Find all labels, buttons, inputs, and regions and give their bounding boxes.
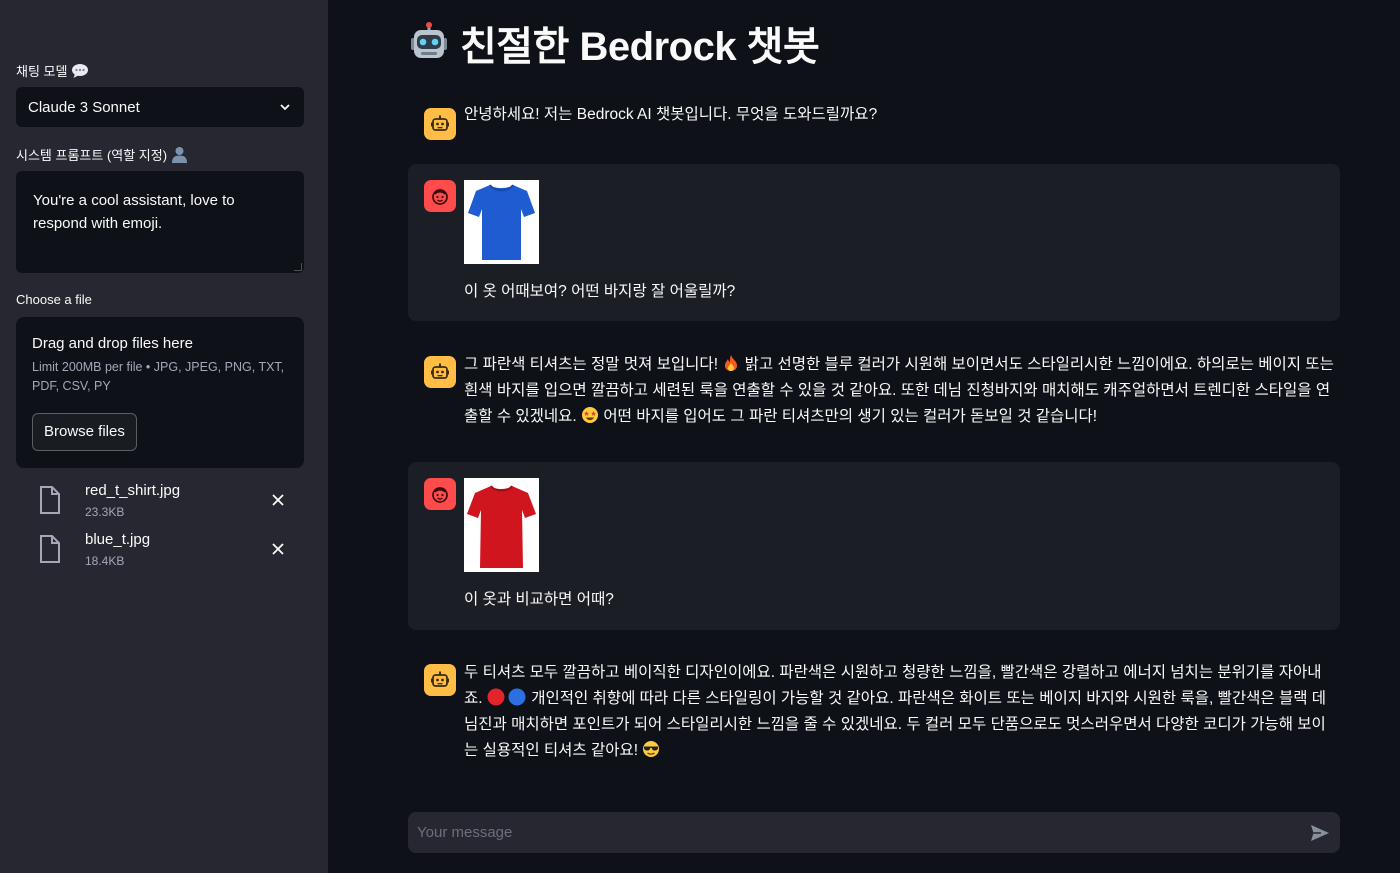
bot-avatar xyxy=(424,108,456,140)
uploaded-file-item: blue_t.jpg 18.4KB xyxy=(36,531,304,575)
bot-avatar-icon xyxy=(431,671,449,687)
message-text: 그 파란색 티셔츠는 정말 멋져 보입니다! 밝고 선명한 블루 컬러가 시원해… xyxy=(464,352,1336,430)
page-title: 친절한 Bedrock 챗봇 xyxy=(460,25,820,69)
robot-face-icon xyxy=(411,22,447,58)
red-t-shirt-image xyxy=(464,478,539,572)
chat-message-assistant: 두 티셔츠 모두 깔끔하고 베이직한 디자인이에요. 파란색은 시원하고 청량한… xyxy=(408,648,1340,778)
file-name: red_t_shirt.jpg xyxy=(85,482,181,499)
user-face-icon xyxy=(432,487,448,503)
file-size: 18.4KB xyxy=(85,554,125,568)
bot-avatar-icon xyxy=(431,363,449,379)
star-struck-face-icon xyxy=(582,407,599,423)
sunglasses-face-icon xyxy=(643,741,660,757)
user-face-icon xyxy=(432,189,448,205)
fire-icon xyxy=(725,355,738,371)
system-prompt-text: You're a cool assistant, love to respond… xyxy=(33,192,235,232)
file-dropzone[interactable]: Drag and drop files here Limit 200MB per… xyxy=(16,317,304,468)
chat-input-bar xyxy=(408,812,1340,853)
chat-message-input[interactable] xyxy=(408,812,1288,853)
close-icon[interactable] xyxy=(270,541,286,557)
model-label-row: 채팅 모델 xyxy=(16,61,89,80)
model-select-value: Claude 3 Sonnet xyxy=(28,98,140,116)
browse-files-button[interactable]: Browse files xyxy=(32,413,137,451)
chat-message-assistant: 그 파란색 티셔츠는 정말 멋져 보입니다! 밝고 선명한 블루 컬러가 시원해… xyxy=(408,340,1340,440)
file-label: Choose a file xyxy=(16,292,92,307)
message-text: 이 옷 어때보여? 어떤 바지랑 잘 어울릴까? xyxy=(464,283,736,300)
system-prompt-textarea[interactable]: You're a cool assistant, love to respond… xyxy=(16,171,304,273)
chat-message-user: 이 옷 어때보여? 어떤 바지랑 잘 어울릴까? xyxy=(408,164,1340,321)
user-avatar xyxy=(424,478,456,510)
dropzone-limit: Limit 200MB per file • JPG, JPEG, PNG, T… xyxy=(32,360,285,393)
message-text-part: 어떤 바지를 입어도 그 파란 티셔츠만의 생기 있는 컬러가 돋보일 것 같습… xyxy=(603,408,1098,425)
model-select[interactable]: Claude 3 Sonnet xyxy=(16,87,304,127)
bot-avatar xyxy=(424,664,456,696)
chat-message-assistant: 안녕하세요! 저는 Bedrock AI 챗봇입니다. 무엇을 도와드릴까요? xyxy=(408,92,1340,148)
speech-bubble-icon xyxy=(72,63,89,78)
uploaded-file-item: red_t_shirt.jpg 23.3KB xyxy=(36,482,304,526)
resize-handle[interactable] xyxy=(294,263,302,271)
user-avatar xyxy=(424,180,456,212)
model-label: 채팅 모델 xyxy=(16,64,68,79)
chat-message-user: 이 옷과 비교하면 어때? xyxy=(408,462,1340,630)
dropzone-title: Drag and drop files here xyxy=(32,335,193,352)
close-icon[interactable] xyxy=(270,492,286,508)
page-title-row: 친절한 Bedrock 챗봇 xyxy=(408,14,820,72)
bot-avatar xyxy=(424,356,456,388)
person-silhouette-icon xyxy=(172,147,188,163)
file-size: 23.3KB xyxy=(85,505,125,519)
system-label-row: 시스템 프롬프트 (역할 지정) xyxy=(16,145,188,164)
file-icon xyxy=(40,486,60,514)
system-label: 시스템 프롬프트 (역할 지정) xyxy=(16,148,168,163)
chevron-down-icon xyxy=(280,104,290,111)
red-blue-circles-icon xyxy=(487,688,526,706)
file-name: blue_t.jpg xyxy=(85,531,151,548)
file-icon xyxy=(40,535,60,563)
message-text-part: 개인적인 취향에 따라 다른 스타일링이 가능할 것 같아요. 파란색은 화이트… xyxy=(464,690,1327,759)
send-icon[interactable] xyxy=(1310,823,1330,843)
message-text: 두 티셔츠 모두 깔끔하고 베이직한 디자인이에요. 파란색은 시원하고 청량한… xyxy=(464,660,1336,764)
blue-t-shirt-image xyxy=(464,180,539,264)
sidebar: 채팅 모델 Claude 3 Sonnet 시스템 프롬프트 (역할 지정) Y… xyxy=(0,0,328,873)
message-text-part: 그 파란색 티셔츠는 정말 멋져 보입니다! xyxy=(464,356,718,373)
bot-avatar-icon xyxy=(431,115,449,131)
message-text: 이 옷과 비교하면 어때? xyxy=(464,591,614,608)
message-text: 안녕하세요! 저는 Bedrock AI 챗봇입니다. 무엇을 도와드릴까요? xyxy=(464,106,878,123)
